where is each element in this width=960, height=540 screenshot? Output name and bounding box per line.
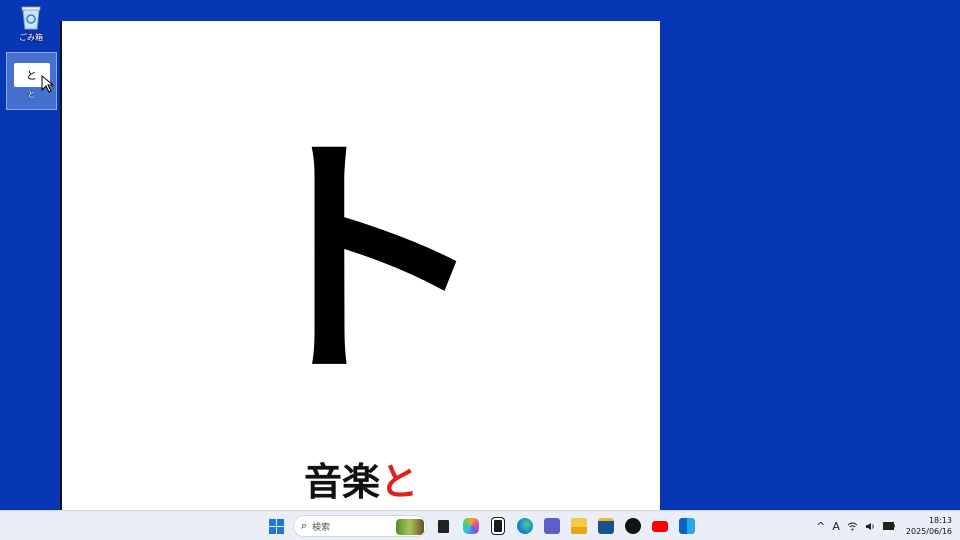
ime-indicator[interactable]: A: [832, 520, 840, 533]
recycle-bin-label: ごみ箱: [19, 33, 43, 42]
notepad-app-button[interactable]: [484, 513, 511, 539]
video-thumbnail: と: [13, 63, 54, 93]
search-highlight-image: [396, 519, 424, 535]
search-placeholder: 検索: [312, 522, 331, 533]
task-view-button[interactable]: [430, 513, 457, 539]
edge-browser-button[interactable]: [511, 513, 538, 539]
teams-button[interactable]: [538, 513, 565, 539]
video-thumbnail-text: と: [26, 69, 37, 82]
outlook-button[interactable]: [673, 513, 700, 539]
desktop-video-file[interactable]: と と: [6, 52, 57, 110]
mouse-pointer-icon: [41, 75, 54, 93]
caption-prefix: 音楽: [303, 459, 380, 504]
youtube-button[interactable]: [646, 513, 673, 539]
teams-icon: [543, 518, 560, 534]
copilot-icon: [462, 518, 479, 534]
system-tray: ^ A 18:13 2025/06/16: [816, 511, 952, 540]
windows-logo-icon: [269, 518, 284, 534]
dell-icon: [624, 518, 641, 534]
start-button[interactable]: [263, 513, 290, 539]
taskbar-apps: ⌕ 検索: [263, 511, 700, 540]
search-icon: ⌕: [301, 519, 308, 532]
clock-date: 2025/06/16: [905, 527, 952, 536]
trash-can-icon: [21, 6, 41, 30]
media-viewer[interactable]: ト 音楽と: [60, 21, 660, 520]
caption: 音楽と: [62, 451, 660, 506]
chevron-up-icon[interactable]: ^: [816, 520, 825, 533]
caption-highlight: と: [380, 459, 419, 504]
battery-icon[interactable]: [882, 522, 895, 530]
outlook-icon: [678, 518, 695, 534]
clock[interactable]: 18:13 2025/06/16: [906, 515, 952, 537]
recycle-bin-icon[interactable]: ごみ箱: [6, 4, 56, 48]
store-button[interactable]: [592, 513, 619, 539]
clock-time: 18:13: [928, 516, 952, 525]
edge-icon: [516, 518, 533, 534]
copilot-button[interactable]: [457, 513, 484, 539]
folder-icon: [570, 518, 587, 534]
katakana-display: ト: [231, 109, 491, 414]
video-file-label: と: [27, 90, 36, 99]
volume-icon[interactable]: [865, 522, 876, 531]
dell-app-button[interactable]: [619, 513, 646, 539]
taskbar: ⌕ 検索 ^ A 18:13 2025/06/16: [0, 510, 960, 540]
wifi-icon[interactable]: [847, 522, 858, 531]
store-icon: [597, 518, 614, 534]
task-view-icon: [438, 519, 449, 533]
youtube-icon: [651, 520, 668, 532]
file-explorer-button[interactable]: [565, 513, 592, 539]
notepad-icon: [491, 518, 504, 534]
taskbar-search[interactable]: ⌕ 検索: [293, 515, 427, 537]
